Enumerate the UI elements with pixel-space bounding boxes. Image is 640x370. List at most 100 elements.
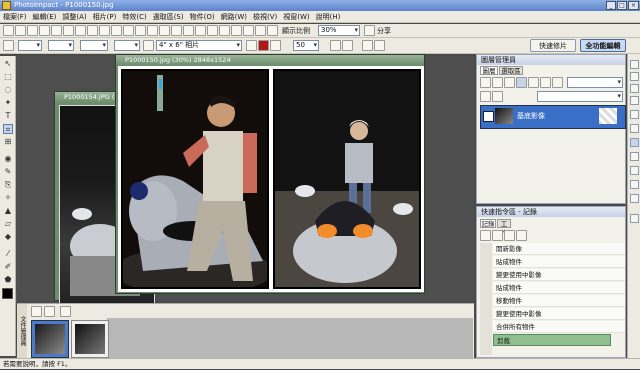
menu-window[interactable]: 視窗(W) (280, 11, 312, 23)
tab-history[interactable]: 記錄 (480, 219, 496, 228)
menu-adjust[interactable]: 調整(A) (59, 11, 89, 23)
menu-edit[interactable]: 編輯(E) (30, 11, 60, 23)
menu-object[interactable]: 物件(O) (187, 11, 218, 23)
history-item[interactable]: 開新影像 (493, 243, 625, 255)
tab-layers[interactable]: 圖層 (480, 66, 498, 75)
history-item[interactable]: 合併所有物件 (493, 321, 625, 333)
stamp-tool-icon[interactable]: ◆ (3, 232, 13, 242)
open-folder-icon[interactable] (15, 25, 26, 36)
color-picker-icon[interactable] (270, 40, 281, 51)
lasso-tool-icon[interactable]: ◌ (3, 85, 13, 95)
view-mode-icon[interactable] (60, 306, 71, 317)
retouch-tool-icon[interactable]: ✧ (3, 193, 13, 203)
zoom-select[interactable]: 30% (318, 25, 360, 36)
maximize-button[interactable]: □ (617, 1, 627, 10)
crop-tool-icon[interactable]: ⌗ (3, 124, 13, 134)
strip-btn-8-icon[interactable] (630, 152, 639, 161)
lock-icon[interactable] (143, 40, 154, 51)
crop-icon[interactable] (147, 25, 158, 36)
layer-row-base[interactable]: 基底影像 (480, 105, 626, 129)
web-icon[interactable] (75, 25, 86, 36)
history-item-current[interactable]: 剪裁 (493, 334, 611, 346)
strip-btn-11-icon[interactable] (630, 194, 639, 203)
save-icon[interactable] (27, 25, 38, 36)
menu-effect[interactable]: 特效(C) (119, 11, 149, 23)
new-file-icon[interactable] (3, 25, 14, 36)
history-tool-1-icon[interactable] (480, 230, 491, 241)
share-label[interactable]: 分享 (377, 26, 391, 36)
menu-web[interactable]: 網路(W) (218, 11, 250, 23)
text-tool-icon[interactable]: T (3, 111, 13, 121)
document-window-front[interactable]: P1000150.jpg (30%) 2848x1524 (115, 54, 425, 294)
cancel-x-icon[interactable] (342, 40, 353, 51)
paste-new-icon[interactable] (123, 25, 134, 36)
history-item[interactable]: 變更使用中影像 (493, 308, 625, 320)
menu-help[interactable]: 說明(H) (313, 11, 344, 23)
print-icon[interactable] (51, 25, 62, 36)
grid-icon[interactable] (243, 25, 254, 36)
flip-icon[interactable] (207, 25, 218, 36)
menu-selection[interactable]: 選取區(S) (150, 11, 187, 23)
eye-tool-icon[interactable]: ◉ (3, 154, 13, 164)
fill-tool-icon[interactable]: ▲ (3, 206, 13, 216)
strip-btn-6-icon[interactable] (630, 124, 639, 133)
undo-icon[interactable] (159, 25, 170, 36)
strip-btn-10-icon[interactable] (630, 180, 639, 189)
strip-btn-2-icon[interactable] (630, 72, 639, 81)
view-icon[interactable] (255, 25, 266, 36)
foreground-color[interactable] (2, 288, 13, 299)
email-icon[interactable] (63, 25, 74, 36)
cut-icon[interactable] (87, 25, 98, 36)
strip-btn-1-icon[interactable] (630, 60, 639, 69)
shape-tool-icon[interactable]: ⬟ (3, 275, 13, 285)
transform-tool-icon[interactable]: ⊞ (3, 137, 13, 147)
history-tool-2-icon[interactable] (492, 230, 503, 241)
preset-icon[interactable] (3, 40, 14, 51)
menu-file[interactable]: 檔案(F) (0, 11, 30, 23)
strip-btn-4-icon[interactable] (630, 96, 639, 105)
brush-tool-icon[interactable]: ✎ (3, 167, 13, 177)
quick-fix-button[interactable]: 快速修片 (530, 39, 576, 52)
strip-btn-7-icon[interactable] (630, 138, 639, 147)
layer-lock-icon[interactable] (480, 91, 491, 102)
clone-tool-icon[interactable]: ⎘ (3, 180, 13, 190)
history-delete-icon[interactable] (504, 230, 515, 241)
history-item[interactable]: 移動物件 (493, 295, 625, 307)
paste-icon[interactable] (111, 25, 122, 36)
eyedropper-tool-icon[interactable]: ⁄ (3, 249, 13, 259)
redo-icon[interactable] (171, 25, 182, 36)
sort-icon[interactable] (44, 306, 55, 317)
orientation-icon[interactable] (246, 40, 257, 51)
confirm-icon[interactable] (374, 40, 385, 51)
strip-btn-3-icon[interactable] (630, 84, 639, 93)
opacity-input[interactable]: 50 (293, 40, 319, 51)
history-tool-4-icon[interactable] (516, 230, 527, 241)
layer-tool-1-icon[interactable] (480, 77, 491, 88)
layer-tool-5-icon[interactable] (528, 77, 539, 88)
attr-select-1[interactable] (18, 40, 42, 51)
size-select[interactable]: 4" x 6" 相片 (156, 40, 242, 51)
attr-select-4[interactable] (114, 40, 140, 51)
minimize-button[interactable]: _ (606, 1, 616, 10)
wand-tool-icon[interactable]: ✦ (3, 98, 13, 108)
attr-select-2[interactable] (48, 40, 74, 51)
layer-tool-4-icon[interactable] (516, 77, 527, 88)
layer-visibility-icon[interactable] (483, 111, 494, 122)
selection-tool-icon[interactable]: ⬚ (3, 72, 13, 82)
text-icon[interactable] (219, 25, 230, 36)
layer-tool-6-icon[interactable] (540, 77, 551, 88)
blend-mode-select[interactable] (567, 77, 623, 88)
thumbnail-1[interactable] (31, 320, 69, 358)
layer-tool-3-icon[interactable] (504, 77, 515, 88)
panel-icon[interactable] (267, 25, 278, 36)
menu-view[interactable]: 檢視(V) (250, 11, 280, 23)
strip-btn-9-icon[interactable] (630, 166, 639, 175)
layer-link-icon[interactable] (492, 91, 503, 102)
color-swatch[interactable] (258, 40, 269, 51)
scan-icon[interactable] (39, 25, 50, 36)
close-button[interactable]: × (628, 1, 639, 10)
rotate-icon[interactable] (195, 25, 206, 36)
tab-selection[interactable]: 選取區 (499, 66, 523, 75)
full-edit-button[interactable]: 全功能編輯 (580, 39, 626, 52)
copy-icon[interactable] (99, 25, 110, 36)
